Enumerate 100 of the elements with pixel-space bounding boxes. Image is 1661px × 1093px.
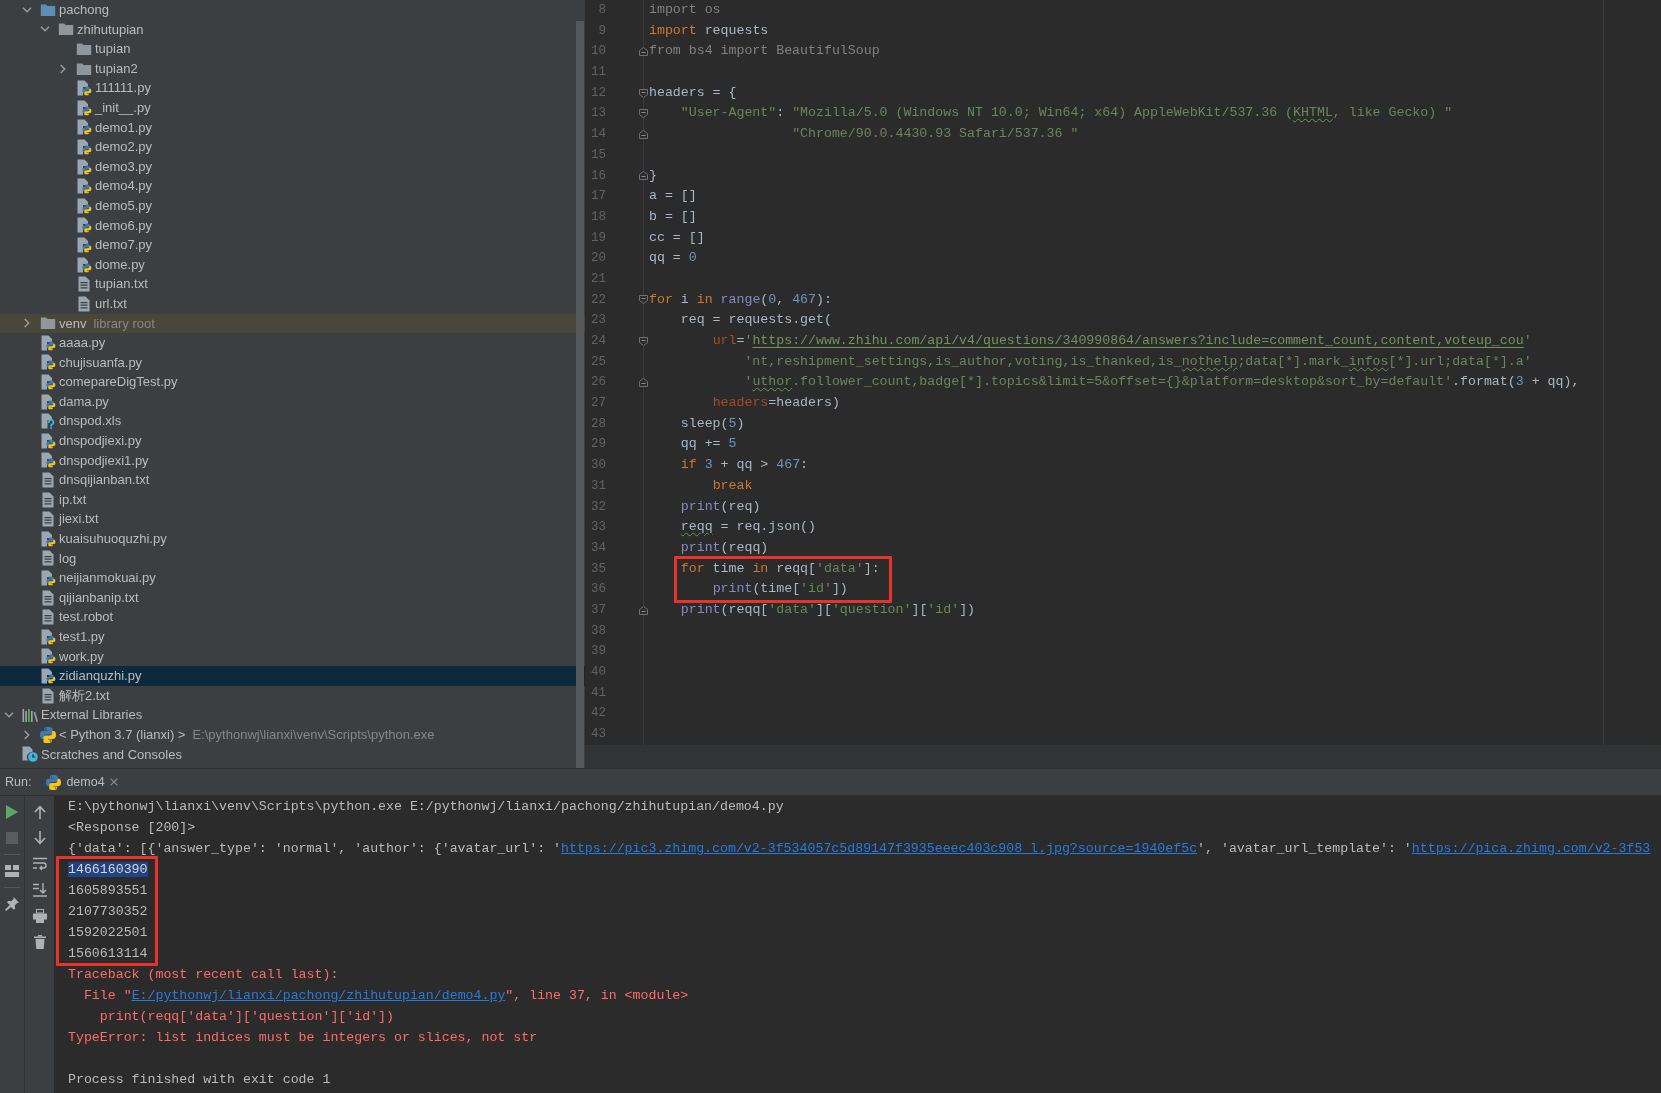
fold-marker-icon[interactable] [639, 336, 648, 346]
tree-node-label[interactable]: < Python 3.7 (lianxi) > [59, 724, 186, 745]
tree-node-label[interactable]: External Libraries [41, 705, 143, 725]
console-line: print(reqq['data']['question']['id']) [99, 1009, 394, 1024]
folder-icon [40, 317, 56, 330]
file-name[interactable]: demo7.py [95, 235, 153, 255]
close-icon[interactable] [109, 778, 118, 786]
chevron-down-icon[interactable] [4, 712, 14, 719]
python-file-icon [40, 570, 56, 586]
chevron-down-icon[interactable] [40, 26, 50, 33]
pin-icon[interactable] [5, 897, 19, 911]
folder-name[interactable]: venv [59, 313, 87, 334]
printer-icon[interactable] [32, 909, 47, 923]
line-number: 20 [591, 251, 606, 266]
down-arrow-icon[interactable] [33, 831, 46, 845]
file-name[interactable]: demo5.py [95, 195, 153, 216]
folder-icon [76, 43, 92, 55]
folder-name[interactable]: pachong [59, 0, 109, 20]
file-name[interactable]: demo6.py [95, 215, 153, 236]
file-name[interactable]: jiexi.txt [59, 509, 99, 530]
line-number: 15 [591, 147, 606, 162]
file-name[interactable]: test1.py [59, 627, 105, 647]
file-name[interactable]: dama.py [59, 391, 109, 412]
code-line: b = [] [649, 207, 697, 226]
line-number: 32 [591, 499, 606, 514]
line-number: 31 [591, 478, 606, 493]
file-name[interactable]: _init__.py [95, 97, 151, 118]
file-name[interactable]: zidianquzhi.py [59, 666, 142, 686]
fold-marker-icon[interactable] [639, 109, 648, 119]
scrollbar-thumb[interactable] [576, 21, 584, 768]
file-name[interactable]: tupian.txt [95, 274, 148, 294]
file-name[interactable]: qijianbanip.txt [59, 587, 139, 608]
fold-marker-icon[interactable] [639, 47, 648, 57]
chevron-right-icon[interactable] [24, 729, 30, 740]
file-name[interactable]: log [59, 548, 77, 569]
trash-icon[interactable] [33, 935, 46, 949]
file-name[interactable]: 解析2.txt [59, 685, 110, 706]
python-file-icon [40, 354, 56, 371]
fold-marker-icon[interactable] [639, 295, 648, 305]
file-name[interactable]: aaaa.py [59, 333, 106, 353]
up-arrow-icon[interactable] [33, 805, 46, 819]
line-number: 16 [591, 168, 606, 183]
fold-marker-icon[interactable] [639, 129, 648, 139]
code-line: headers = { [649, 83, 737, 102]
chevron-down-icon[interactable] [22, 6, 32, 13]
python-file-icon [40, 374, 56, 391]
file-name[interactable]: test.robot [59, 607, 114, 627]
line-number: 35 [591, 561, 606, 576]
file-name[interactable]: chujisuanfa.py [59, 352, 143, 373]
console-link[interactable]: E:/pythonwj/lianxi/pachong/zhihutupian/demo4.py [131, 988, 506, 1003]
line-number: 25 [591, 354, 606, 369]
code-line: 'uthor.follower_count,badge[*].topics&limit=5&offset={}&platform=desktop&sort_by=default'.format(3 + qq), [744, 373, 1580, 392]
file-name[interactable]: demo3.py [95, 156, 153, 177]
line-number: 39 [591, 644, 606, 659]
file-name[interactable]: demo1.py [95, 117, 153, 138]
line-number: 26 [591, 375, 606, 390]
folder-name[interactable]: zhihutupian [77, 19, 144, 40]
play-icon[interactable] [6, 805, 18, 819]
file-name[interactable]: 111111.py [95, 78, 151, 98]
scroll-to-end-icon[interactable] [32, 883, 47, 897]
fold-marker-icon[interactable] [639, 605, 648, 615]
file-name[interactable]: dnsqijianban.txt [59, 470, 150, 490]
soft-wrap-icon[interactable] [32, 857, 47, 871]
chevron-right-icon[interactable] [24, 318, 30, 329]
run-tab[interactable]: demo4 [40, 769, 124, 795]
python-file-icon [76, 236, 92, 253]
fold-marker-icon[interactable] [639, 171, 648, 181]
console-link[interactable]: https://pica.zhimg.com/v2-3f53 [1411, 841, 1651, 856]
console-link[interactable]: https://pic3.zhimg.com/v2-3f534057c5d89147f3935eeec403c908_l.jpg?source=1940ef5c [561, 841, 1198, 856]
python-file-icon [76, 138, 92, 155]
file-name[interactable]: kuaisuhuoquzhi.py [59, 529, 167, 549]
file-name[interactable]: dnspod.xls [59, 411, 122, 432]
fold-marker-icon[interactable] [639, 378, 648, 388]
file-name[interactable]: dnspodjiexi.py [59, 431, 142, 451]
python-file-icon [76, 178, 92, 195]
fold-marker-icon[interactable] [639, 88, 648, 98]
url-link[interactable]: https://www.zhihu.com/api/v4/questions/340990864/answers?include=comment_count,content,voteup_cou [752, 333, 1524, 348]
code-line: break [712, 476, 753, 495]
unknown-file-icon [40, 413, 56, 430]
file-name[interactable]: dnspodjiexi1.py [59, 450, 149, 471]
file-name[interactable]: url.txt [95, 293, 127, 314]
code-line: 'nt,reshipment_settings,is_author,voting,is_thanked,is_nothelp;data[*].mark_infos[*].url;data[*].a' [744, 352, 1532, 371]
code-line: qq = 0 [649, 249, 697, 268]
file-name[interactable]: ip.txt [59, 489, 87, 510]
file-name[interactable]: work.py [59, 646, 104, 667]
folder-name[interactable]: tupian [95, 39, 131, 59]
file-name[interactable]: comepareDigTest.py [59, 372, 178, 392]
python-file-icon [40, 393, 56, 410]
line-number: 17 [591, 189, 606, 204]
file-name[interactable]: neijianmokuai.py [59, 568, 156, 588]
file-name[interactable]: demo4.py [95, 176, 153, 196]
tree-node-label[interactable]: Scratches and Consoles [41, 744, 182, 765]
chevron-right-icon[interactable] [60, 63, 66, 74]
file-name[interactable]: demo2.py [95, 137, 153, 157]
code-line: print(reqq['data']['question']['id']) [680, 600, 976, 619]
layout-icon[interactable] [5, 865, 19, 877]
line-number: 11 [591, 65, 606, 80]
folder-name[interactable]: tupian2 [95, 58, 138, 79]
code-line: for time in reqq['data']: [680, 559, 880, 578]
file-name[interactable]: dome.py [95, 254, 145, 275]
